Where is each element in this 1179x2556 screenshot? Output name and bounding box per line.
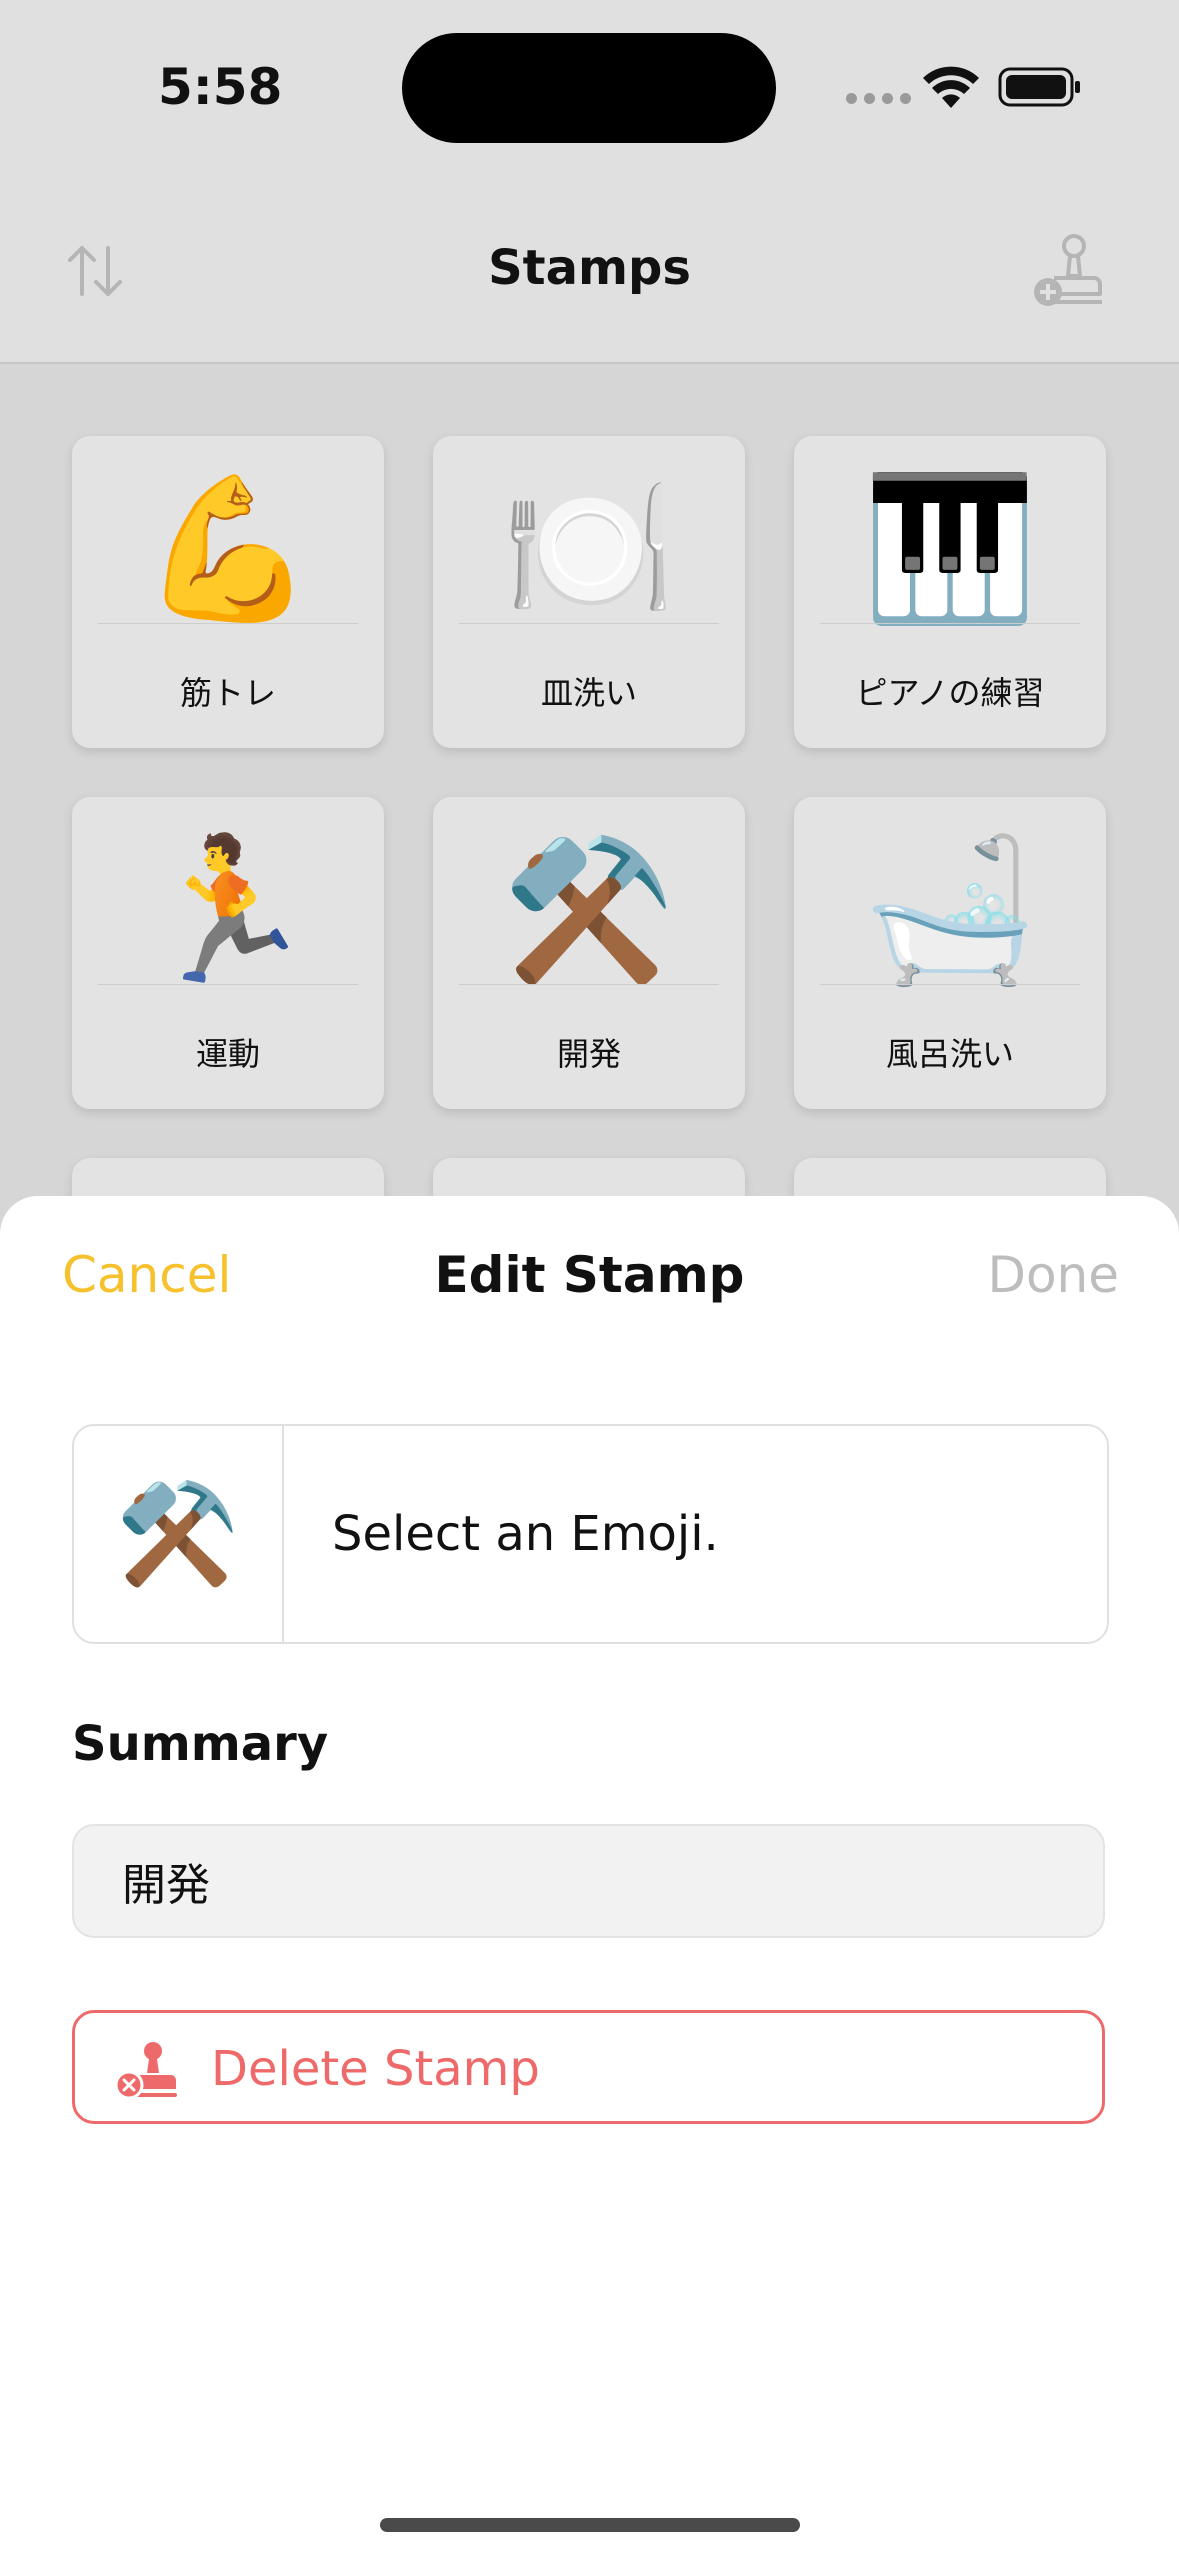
stamp-card[interactable]: ⚒️ 開発 bbox=[433, 797, 745, 1109]
delete-stamp-label: Delete Stamp bbox=[211, 2041, 540, 2097]
add-stamp-icon[interactable] bbox=[1028, 230, 1112, 314]
stamp-emoji: 🏃 bbox=[140, 829, 316, 992]
stamp-emoji: ⚒️ bbox=[501, 829, 677, 992]
summary-label: Summary bbox=[72, 1716, 329, 1772]
card-divider bbox=[98, 623, 358, 624]
stamp-card[interactable]: 💪 筋トレ bbox=[72, 436, 384, 748]
delete-stamp-button[interactable]: Delete Stamp bbox=[72, 2010, 1105, 2124]
card-divider bbox=[459, 623, 719, 624]
edit-stamp-sheet: Cancel Edit Stamp Done ⚒️ Select an Emoj… bbox=[0, 1196, 1179, 2556]
navigation-bar: Stamps bbox=[0, 180, 1179, 364]
stamp-label: ピアノの練習 bbox=[855, 674, 1045, 712]
status-time: 5:58 bbox=[158, 58, 283, 116]
status-bar: 5:58 bbox=[0, 0, 1179, 180]
dynamic-island bbox=[402, 33, 776, 143]
stamp-card[interactable]: 🏃 運動 bbox=[72, 797, 384, 1109]
cellular-signal-icon bbox=[846, 93, 911, 104]
stamp-emoji: 🛁 bbox=[862, 829, 1038, 992]
card-divider bbox=[459, 984, 719, 985]
stamp-emoji: 💪 bbox=[140, 468, 316, 631]
emoji-picker[interactable]: ⚒️ Select an Emoji. bbox=[72, 1424, 1109, 1644]
stamp-label: 皿洗い bbox=[540, 674, 637, 712]
stamp-label: 開発 bbox=[556, 1035, 621, 1073]
emoji-picker-prompt: Select an Emoji. bbox=[332, 1506, 719, 1562]
stamp-emoji: 🎹 bbox=[862, 468, 1038, 631]
stamp-label: 筋トレ bbox=[179, 674, 276, 712]
stamp-card[interactable]: 🎹 ピアノの練習 bbox=[794, 436, 1106, 748]
done-button[interactable]: Done bbox=[987, 1246, 1119, 1304]
wifi-icon bbox=[923, 66, 979, 108]
home-indicator bbox=[380, 2518, 800, 2532]
card-divider bbox=[98, 984, 358, 985]
stamp-label: 運動 bbox=[195, 1035, 260, 1073]
stamp-card[interactable]: 🛁 風呂洗い bbox=[794, 797, 1106, 1109]
page-title: Stamps bbox=[488, 240, 691, 296]
battery-icon bbox=[998, 67, 1080, 107]
summary-input[interactable] bbox=[72, 1824, 1105, 1938]
stamp-emoji: 🍽️ bbox=[501, 468, 677, 631]
card-divider bbox=[820, 984, 1080, 985]
stamp-card[interactable]: 🍽️ 皿洗い bbox=[433, 436, 745, 748]
selected-emoji: ⚒️ bbox=[74, 1426, 284, 1642]
delete-stamp-icon bbox=[115, 2042, 177, 2100]
card-divider bbox=[820, 623, 1080, 624]
stamp-label: 風呂洗い bbox=[885, 1035, 1014, 1073]
